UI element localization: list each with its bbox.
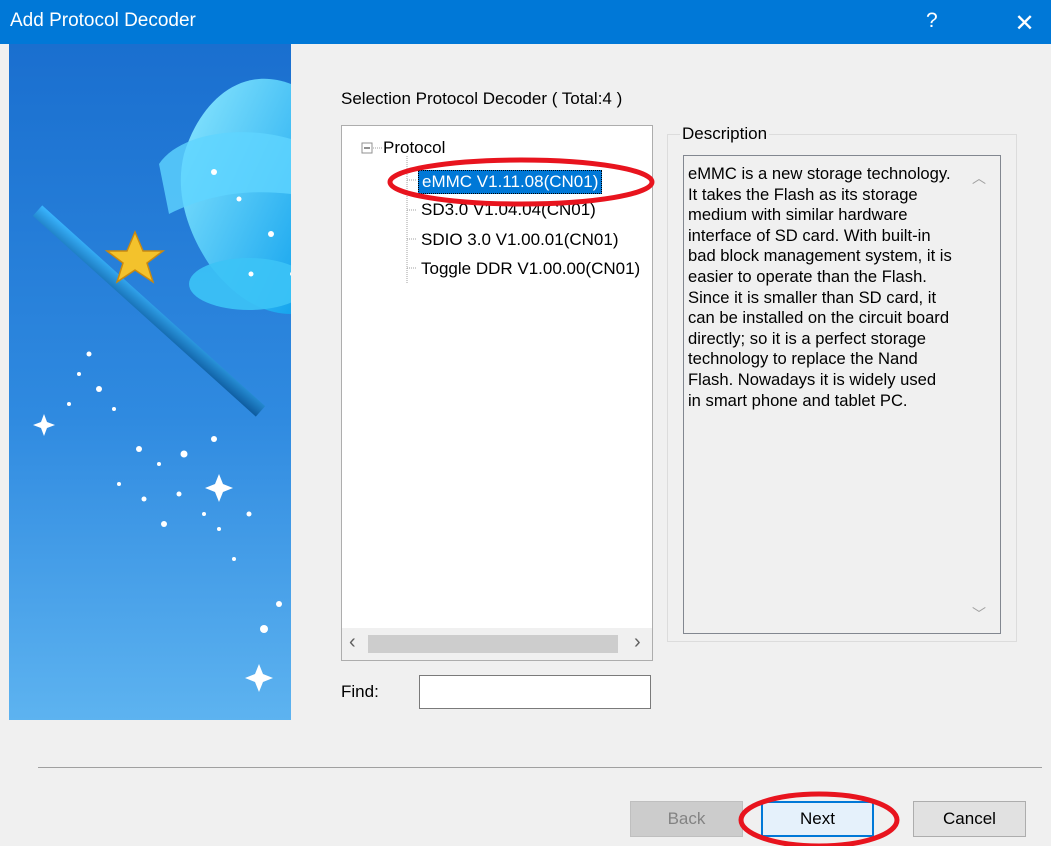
description-label: Description (680, 124, 770, 144)
tree-horizontal-scrollbar[interactable]: ‹ › (342, 628, 652, 660)
footer-separator (38, 767, 1042, 768)
find-input[interactable] (419, 675, 651, 709)
tree-item-emmc[interactable]: eMMC V1.11.08(CN01) (418, 170, 603, 194)
wizard-illustration (9, 44, 291, 720)
window-title: Add Protocol Decoder (10, 10, 196, 31)
scroll-right-icon[interactable]: › (634, 631, 641, 654)
description-text: eMMC is a new storage technology. It tak… (688, 164, 952, 410)
tree-item-toggle-ddr[interactable]: Toggle DDR V1.00.00(CN01) (421, 259, 640, 279)
scroll-left-icon[interactable]: ‹ (349, 631, 356, 654)
close-button[interactable]: ✕ (998, 4, 1051, 44)
tree-root-protocol[interactable]: Protocol (383, 138, 445, 158)
scroll-up-icon[interactable]: ︿ (972, 168, 986, 188)
scrollbar-thumb[interactable] (368, 635, 618, 653)
description-box: eMMC is a new storage technology. It tak… (683, 155, 1001, 634)
protocol-tree[interactable]: Protocol eMMC V1.11.08(CN01) SD3.0 V1.04… (341, 125, 653, 661)
tree-item-sd3[interactable]: SD3.0 V1.04.04(CN01) (421, 200, 596, 220)
scroll-down-icon[interactable]: ﹀ (972, 604, 986, 624)
back-button[interactable]: Back (630, 801, 743, 837)
tree-item-sdio[interactable]: SDIO 3.0 V1.00.01(CN01) (421, 230, 618, 250)
decoder-list-heading: Selection Protocol Decoder ( Total:4 ) (341, 89, 623, 108)
title-bar: Add Protocol Decoder ? ✕ (0, 0, 1051, 44)
help-button[interactable]: ? (926, 9, 938, 33)
cancel-button[interactable]: Cancel (913, 801, 1026, 837)
find-label: Find: (341, 682, 379, 701)
next-button[interactable]: Next (761, 801, 874, 837)
